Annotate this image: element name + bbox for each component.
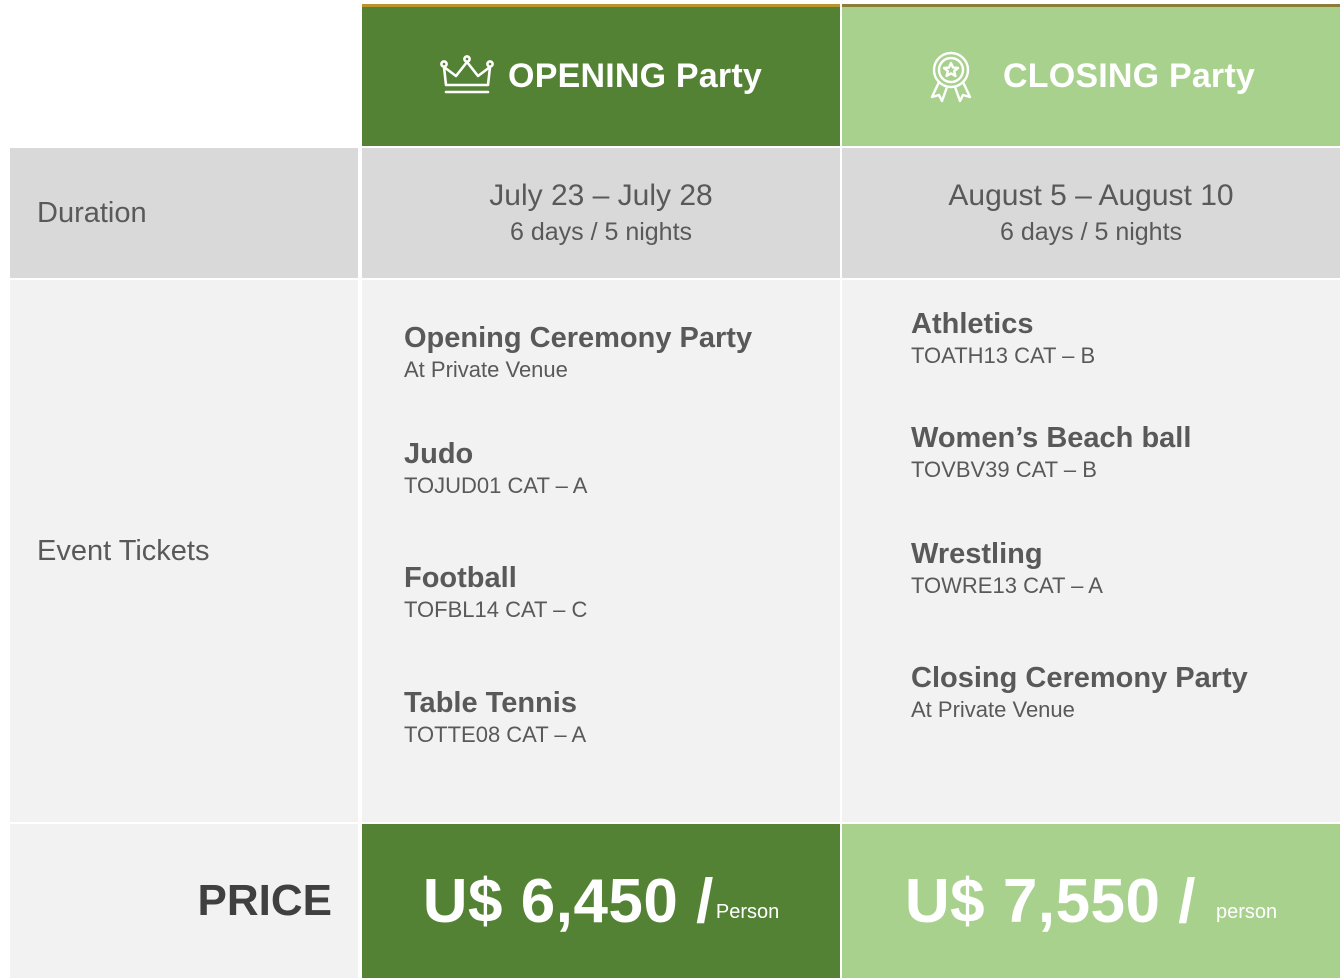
opening-party-title: OPENING Party xyxy=(508,57,762,95)
ticket-name: Athletics xyxy=(911,308,1034,340)
ticket-detail: TOWRE13 CAT – A xyxy=(911,573,1103,598)
event-tickets-label-text: Event Tickets xyxy=(37,534,210,567)
closing-party-title: CLOSING Party xyxy=(1003,57,1255,95)
ticket-detail: At Private Venue xyxy=(911,697,1075,722)
ticket-item: Women’s Beach ball TOVBV39 CAT – B xyxy=(911,420,1191,484)
price-label-text: PRICE xyxy=(197,876,332,925)
ticket-detail: TOJUD01 CAT – A xyxy=(404,473,588,498)
header-blank-cell xyxy=(10,4,358,146)
duration-label: Duration xyxy=(10,148,358,278)
ticket-name: Closing Ceremony Party xyxy=(911,662,1248,694)
opening-duration: July 23 – July 28 6 days / 5 nights xyxy=(362,148,840,278)
event-tickets-label: Event Tickets xyxy=(10,280,358,822)
closing-price-unit: person xyxy=(1215,901,1278,923)
ticket-detail: TOTTE08 CAT – A xyxy=(404,722,587,747)
ticket-name: Opening Ceremony Party xyxy=(404,322,753,354)
opening-price-value: U$ 6,450 / xyxy=(422,866,714,936)
opening-party-header: OPENING Party xyxy=(362,4,840,146)
ticket-name: Judo xyxy=(404,438,474,470)
closing-party-header: CLOSING Party xyxy=(842,4,1340,146)
ticket-item: Athletics TOATH13 CAT – B xyxy=(911,306,1095,370)
opening-length: 6 days / 5 nights xyxy=(509,218,693,246)
opening-tickets-list: Opening Ceremony Party At Private Venue … xyxy=(362,280,840,822)
ticket-name: Women’s Beach ball xyxy=(911,422,1192,454)
ticket-item: Closing Ceremony Party At Private Venue xyxy=(911,660,1248,724)
closing-price: U$ 7,550 / person xyxy=(842,824,1340,978)
closing-length: 6 days / 5 nights xyxy=(999,218,1183,246)
award-ribbon-icon xyxy=(930,51,972,102)
ticket-detail: TOFBL14 CAT – C xyxy=(404,597,588,622)
closing-price-value: U$ 7,550 / xyxy=(904,866,1196,936)
opening-price-unit: Person xyxy=(715,901,780,923)
ticket-item: Football TOFBL14 CAT – C xyxy=(404,560,587,624)
ticket-name: Football xyxy=(404,562,517,594)
closing-tickets-list: Athletics TOATH13 CAT – B Women’s Beach … xyxy=(842,280,1340,822)
ticket-item: Wrestling TOWRE13 CAT – A xyxy=(911,536,1103,600)
closing-dates: August 5 – August 10 xyxy=(948,179,1234,212)
ticket-item: Judo TOJUD01 CAT – A xyxy=(404,436,587,500)
ticket-item: Table Tennis TOTTE08 CAT – A xyxy=(404,685,586,749)
ticket-item: Opening Ceremony Party At Private Venue xyxy=(404,320,752,384)
opening-dates: July 23 – July 28 xyxy=(489,179,713,212)
ticket-name: Wrestling xyxy=(911,538,1043,570)
price-label: PRICE xyxy=(10,824,358,978)
ticket-detail: TOATH13 CAT – B xyxy=(911,343,1096,368)
opening-price: U$ 6,450 / Person xyxy=(362,824,840,978)
crown-icon xyxy=(440,54,494,93)
ticket-detail: At Private Venue xyxy=(404,357,568,382)
ticket-name: Table Tennis xyxy=(404,687,577,719)
duration-label-text: Duration xyxy=(37,196,147,229)
ticket-detail: TOVBV39 CAT – B xyxy=(911,457,1097,482)
closing-duration: August 5 – August 10 6 days / 5 nights xyxy=(842,148,1340,278)
